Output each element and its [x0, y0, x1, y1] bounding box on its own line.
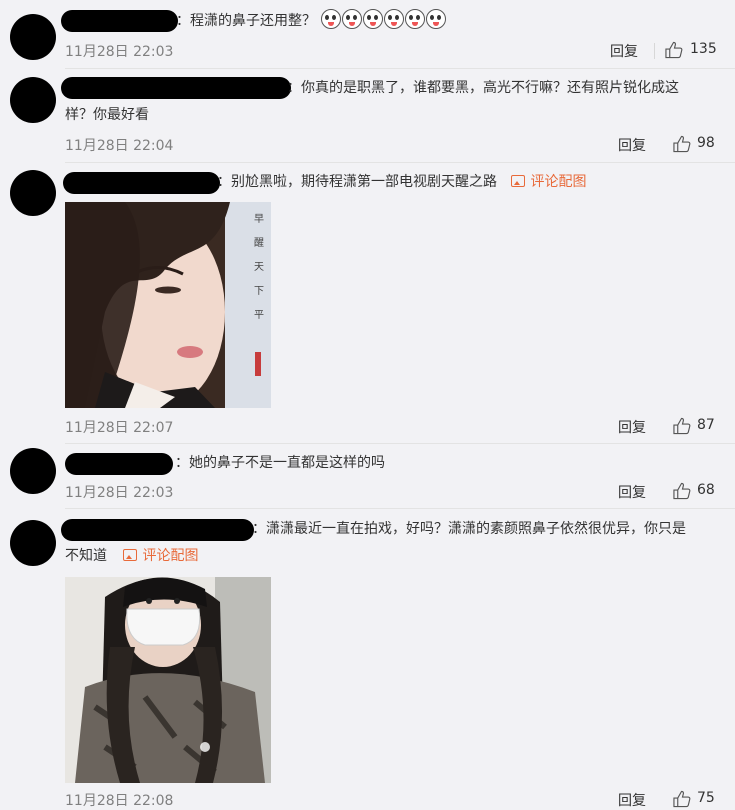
comment-text-line1: ：你真的是职黑了，谁都要黑，高光不行嘛？还有照片锐化成这 — [287, 80, 679, 96]
emoji-icon — [320, 9, 446, 29]
thumbs-up-icon[interactable] — [665, 41, 684, 59]
comment-text: ：程潇的鼻子还用整？ — [176, 8, 446, 35]
avatar[interactable] — [10, 448, 56, 494]
username-redacted[interactable] — [65, 453, 173, 475]
comment-text: ：她的鼻子不是一直都是这样的吗 — [175, 455, 385, 471]
reply-button[interactable]: 回复 — [618, 790, 646, 810]
like-count: 135 — [690, 41, 717, 57]
comment-time: 11月28日 22:07 — [65, 420, 174, 436]
thumbs-up-icon[interactable] — [673, 482, 692, 500]
avatar[interactable] — [10, 520, 56, 566]
comment-image-link[interactable]: 评论配图 — [511, 174, 586, 190]
comment-image[interactable] — [65, 577, 271, 783]
comment-image-link[interactable]: 评论配图 — [123, 548, 198, 564]
divider — [65, 162, 735, 163]
username-redacted[interactable] — [63, 172, 220, 194]
image-icon — [123, 549, 138, 561]
thumbs-up-icon[interactable] — [673, 417, 692, 435]
comment-time: 11月28日 22:04 — [65, 138, 174, 154]
comment-text-line2: 样？你最好看 — [65, 107, 149, 123]
portrait-photo — [65, 202, 271, 408]
comment-text-line1: ：潇潇最近一直在拍戏，好吗？潇潇的素颜照鼻子依然很优异，你只是 — [252, 521, 686, 537]
avatar[interactable] — [10, 170, 56, 216]
like-count: 68 — [697, 482, 715, 498]
photo-masked-person — [65, 577, 271, 783]
reply-button[interactable]: 回复 — [618, 135, 646, 155]
action-separator — [654, 43, 655, 59]
comment-text-line2: 不知道 评论配图 — [65, 548, 199, 564]
comment-text: ：别尬黑啦，期待程潇第一部电视剧天醒之路 评论配图 — [217, 174, 587, 190]
comment-time: 11月28日 22:03 — [65, 485, 174, 501]
reply-button[interactable]: 回复 — [610, 41, 638, 61]
username-redacted[interactable] — [61, 519, 254, 541]
comment-image[interactable]: 早 醒 天 下 平 — [65, 202, 271, 408]
avatar[interactable] — [10, 14, 56, 60]
image-caption: 早 醒 天 下 平 — [254, 214, 264, 321]
divider — [65, 508, 735, 509]
like-count: 98 — [697, 135, 715, 151]
thumbs-up-icon[interactable] — [673, 790, 692, 808]
username-redacted[interactable] — [61, 77, 291, 99]
divider — [65, 68, 735, 69]
reply-button[interactable]: 回复 — [618, 482, 646, 502]
divider — [65, 443, 735, 444]
avatar[interactable] — [10, 77, 56, 123]
comment-time: 11月28日 22:08 — [65, 793, 174, 809]
like-count: 87 — [697, 417, 715, 433]
reply-button[interactable]: 回复 — [618, 417, 646, 437]
comment-time: 11月28日 22:03 — [65, 44, 174, 60]
thumbs-up-icon[interactable] — [673, 135, 692, 153]
username-redacted[interactable] — [61, 10, 178, 32]
image-icon — [511, 175, 526, 187]
